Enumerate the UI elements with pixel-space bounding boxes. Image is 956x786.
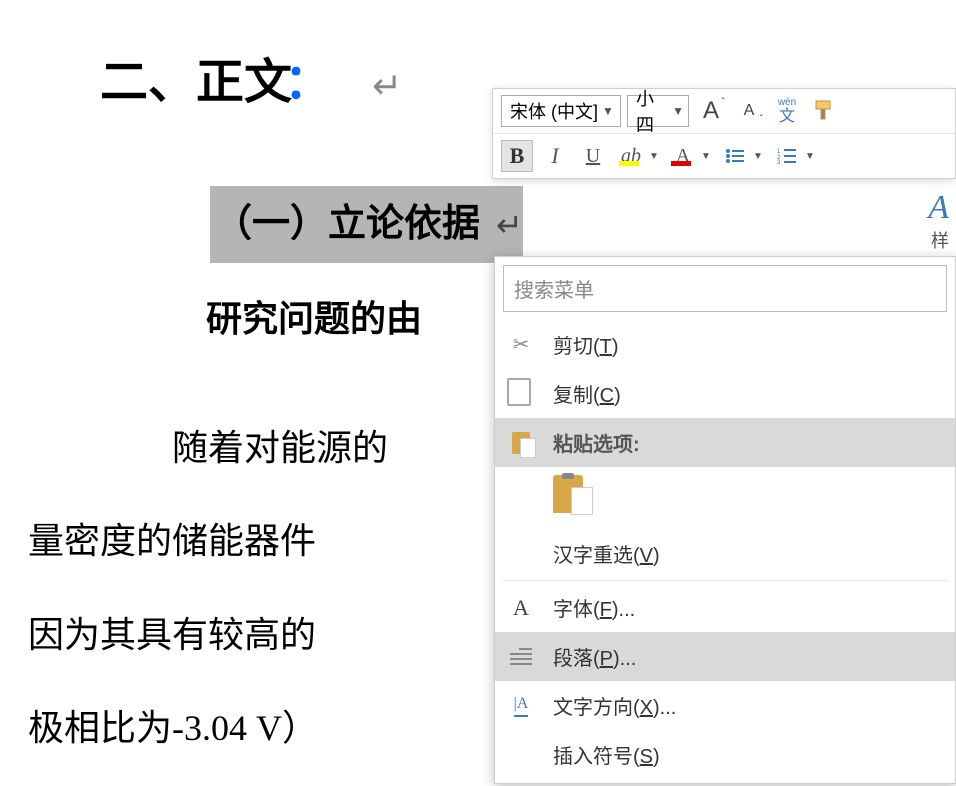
menu-item-font[interactable]: A 字体(F)... <box>495 583 955 632</box>
brush-icon <box>812 99 836 123</box>
blank-icon <box>507 540 535 568</box>
menu-item-paste-options: 粘贴选项: <box>495 418 955 467</box>
shrink-font-button[interactable]: A ˇ <box>733 95 765 127</box>
grow-font-button[interactable]: A ˆ <box>695 95 727 127</box>
chevron-down-icon: ▼ <box>602 104 614 118</box>
underline-button[interactable]: U <box>577 140 609 172</box>
heading-text: 二、正文 <box>100 40 292 126</box>
bullets-button[interactable]: ▼ <box>719 140 765 172</box>
menu-label: 字体(F)... <box>553 593 635 622</box>
selected-text-block[interactable]: （一）立论依据 ↵ <box>210 186 523 262</box>
numbering-button[interactable]: 123 ▼ <box>771 140 817 172</box>
chevron-down-icon: ▼ <box>753 151 765 162</box>
menu-item-hanzi-reselect[interactable]: 汉字重选(V) <box>495 529 955 578</box>
paragraph-icon <box>507 643 535 671</box>
menu-item-cut[interactable]: 剪切(T) <box>495 320 955 369</box>
menu-label: 粘贴选项: <box>553 428 640 457</box>
bold-button[interactable]: B <box>501 140 533 172</box>
text-line: 极相比为-3.04 V） <box>28 682 318 776</box>
context-menu: 搜索菜单 剪切(T) 复制(C) 粘贴选项: 汉字重选(V) A 字体(F)..… <box>494 256 956 784</box>
bullet-list-icon <box>719 140 751 172</box>
menu-item-paragraph[interactable]: 段落(P)... <box>495 632 955 681</box>
paragraph-mark-icon: ↵ <box>496 207 523 243</box>
menu-label: 汉字重选(V) <box>553 539 660 568</box>
font-a-icon: A <box>507 594 535 622</box>
font-size-select[interactable]: 小四 ▼ <box>627 95 689 127</box>
styles-label: 样 <box>931 227 949 253</box>
toolbar-row-1: 宋体 (中文] ▼ 小四 ▼ A ˆ A ˇ wén 文 <box>493 89 955 134</box>
chevron-up-icon: ˆ <box>722 97 725 108</box>
highlight-color-bar <box>619 161 639 166</box>
blank-icon <box>507 741 535 769</box>
menu-label: 文字方向(X)... <box>553 691 676 720</box>
font-color-bar <box>671 161 691 166</box>
menu-label: 复制(C) <box>553 379 621 408</box>
font-size-value: 小四 <box>636 85 668 137</box>
text-line: 量密度的储能器件 <box>28 495 316 589</box>
phonetic-guide-button[interactable]: wén 文 <box>771 95 803 127</box>
font-color-button[interactable]: A ▼ <box>667 140 713 172</box>
copy-icon <box>507 380 535 408</box>
number-list-icon: 123 <box>771 140 803 172</box>
chevron-down-icon: ˇ <box>760 114 763 125</box>
chevron-down-icon: ▼ <box>805 151 817 162</box>
scissors-icon <box>507 331 535 359</box>
toolbar-row-2: B I U ab ▼ A ▼ ▼ 123 ▼ <box>493 134 955 178</box>
format-painter-button[interactable] <box>809 99 839 123</box>
chevron-down-icon: ▼ <box>672 104 684 118</box>
menu-label: 插入符号(S) <box>553 740 660 769</box>
styles-icon[interactable]: A <box>928 189 949 227</box>
text-line: 随着对能源的 <box>172 428 388 468</box>
italic-button[interactable]: I <box>539 140 571 172</box>
text-line: 因为其具有较高的 <box>28 589 316 683</box>
font-name-value: 宋体 (中文] <box>510 98 598 124</box>
menu-item-insert-symbol[interactable]: 插入符号(S) <box>495 730 955 779</box>
mini-toolbar: 宋体 (中文] ▼ 小四 ▼ A ˆ A ˇ wén 文 B I U <box>492 88 956 179</box>
menu-item-copy[interactable]: 复制(C) <box>495 369 955 418</box>
font-family-select[interactable]: 宋体 (中文] ▼ <box>501 95 621 127</box>
paragraph-mark-icon: ↵ <box>372 54 402 119</box>
menu-label: 剪切(T) <box>553 330 619 359</box>
paste-clipboard-icon <box>553 473 593 517</box>
paste-option-keep-source[interactable] <box>495 467 955 529</box>
subheading-text: （一）立论依据 <box>210 187 484 261</box>
svg-text:3: 3 <box>777 160 781 164</box>
heading-colon: ： <box>284 40 332 126</box>
text-direction-icon: |A <box>507 692 535 720</box>
menu-separator <box>503 580 947 581</box>
menu-label: 段落(P)... <box>553 642 636 671</box>
chevron-down-icon: ▼ <box>649 151 661 162</box>
clipboard-icon <box>507 429 535 457</box>
menu-item-text-direction[interactable]: |A 文字方向(X)... <box>495 681 955 730</box>
chevron-down-icon: ▼ <box>701 151 713 162</box>
highlight-button[interactable]: ab ▼ <box>615 140 661 172</box>
menu-search-input[interactable]: 搜索菜单 <box>503 265 947 312</box>
